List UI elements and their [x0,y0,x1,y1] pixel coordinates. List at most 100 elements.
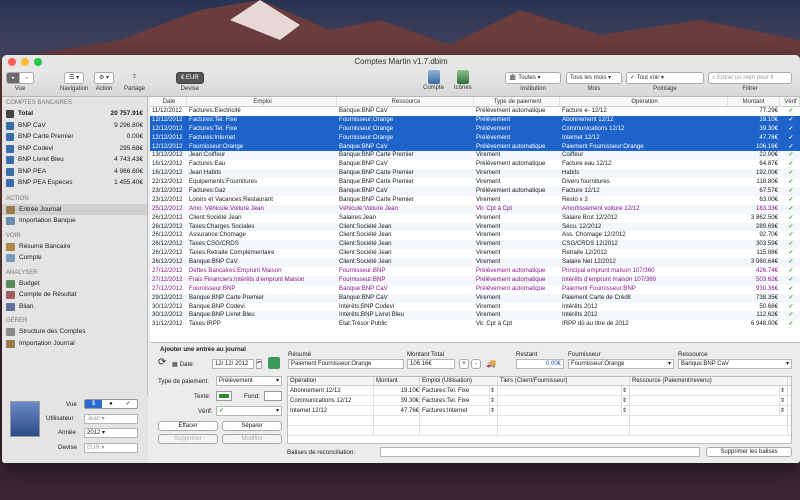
split-icon[interactable] [268,357,280,369]
sidebar-account-6[interactable]: BNP PEA Espèces 1 455.40€ [2,177,147,189]
grid-cell[interactable] [630,396,780,405]
vue-segmented-control[interactable]: ▪ ▫ [6,72,34,84]
table-row[interactable]: 27/12/2012 Fournisseur:BNP Banque:BNP CaV P… [150,285,800,294]
stepper-icon[interactable]: ⇕ [622,396,630,405]
column-header-3[interactable]: Type de paiement [474,97,560,106]
institution-select[interactable]: 🏛 Toutes ▾ [505,72,561,84]
grid-cell[interactable] [374,426,420,435]
sidebar-account-4[interactable]: BNP Livret Bleu 4 743.43€ [2,154,147,166]
table-row[interactable]: 26/12/2012 Taxes:CSG/CRDS Client:Société J… [150,240,800,250]
table-row[interactable]: 13/12/2012 Jean:Coiffeur Banque:BNP Carte … [150,151,800,161]
sidebar-account-0[interactable]: Total 20 757.91€ [2,108,147,120]
grid-row[interactable] [288,426,791,436]
grid-cell[interactable]: 19.10€ [374,386,420,395]
modifier-button[interactable]: Modifier [222,434,282,444]
refresh-icon[interactable]: ⟳ [158,357,166,368]
date-field[interactable]: 12/ 12/ 2012 [212,359,254,369]
table-row[interactable]: 25/12/2012 Amo. Véhicule:Voiture Jean Véhi… [150,204,800,214]
sidebar-account-3[interactable]: BNP Codevi 295.68€ [2,143,147,155]
table-row[interactable]: 30/12/2012 Banque:BNP Livret Bleu Intérêts… [150,311,800,321]
fond-color-well[interactable] [264,391,282,401]
grid-cell[interactable] [630,386,780,395]
table-row[interactable]: 26/12/2012 Banque:BNP CaV Client:Société J… [150,258,800,268]
grid-cell[interactable]: Internet 12/12 [288,406,374,415]
column-header-4[interactable]: Opération [560,97,728,106]
table-row[interactable]: 26/12/2012 Taxes:Charges Sociales Client:S… [150,222,800,232]
compte-icon[interactable] [427,70,440,84]
globe-icon[interactable]: ● [102,400,119,408]
mois-select[interactable]: Tous les mois ▾ [566,72,622,84]
grid-row[interactable] [288,416,791,426]
navigation-menu-button[interactable]: ☰ ▾ [64,72,85,84]
grid-cell[interactable] [498,426,630,435]
add-line-button[interactable]: + [459,359,469,369]
grid-cell[interactable] [420,416,498,425]
utilisateur-select[interactable]: Jean ▾ [84,414,138,424]
grid-cell[interactable]: 47.76€ [374,406,420,415]
stepper-icon[interactable]: ⇕ [490,386,498,395]
grid-cell[interactable]: Factures:Internet [420,406,490,415]
devise-select[interactable]: EUR ▾ [84,443,138,453]
filtrer-search-input[interactable]: ⌕ Entrer un nom pour fi [708,72,792,84]
grid-cell[interactable]: Factures:Tel. Fixe [420,386,490,395]
grid-cell[interactable] [630,416,788,425]
annee-select[interactable]: 2012 ▾ [84,428,138,438]
table-row[interactable]: 22/12/2012 Equipements:Fournitures Banque:… [150,178,800,187]
montant-total-field[interactable]: 106.16€ [407,359,455,369]
sidebar-item-bilan[interactable]: Bilan [2,301,147,313]
texte-color-well[interactable] [216,391,232,401]
vue-segmented-control[interactable]: $ ● ✓ [84,399,138,409]
balises-field[interactable] [380,447,700,457]
table-row[interactable]: 16/12/2012 Factures:Eau Banque:BNP CaV Prél… [150,160,800,169]
sidebar-item-resume-bancaire[interactable]: Résumé Bancaire [2,241,147,253]
action-menu-button[interactable]: ⚙ ▾ [94,72,115,84]
grid-cell[interactable] [630,406,780,415]
share-button[interactable]: ⇪ [128,72,141,84]
devise-button[interactable]: € EUR [176,72,204,84]
grid-cell[interactable]: Abonnement 12/12 [288,386,374,395]
zoom-window-button[interactable] [34,58,42,66]
grid-row[interactable]: Abonnement 12/12 19.10€ Factures:Tel. Fixe… [288,386,791,396]
ressource-select[interactable]: Banque:BNP CaV ▾ [678,359,792,369]
grid-row[interactable]: Communications 12/12 39.30€ Factures:Tel. … [288,396,791,406]
grid-cell[interactable] [374,416,420,425]
grid-row[interactable]: Internet 12/12 47.76€ Factures:Internet ⇕ ⇕ ⇕ [288,406,791,416]
column-header-0[interactable]: Date [150,97,187,106]
table-row[interactable]: 26/12/2012 Taxes:Retraite Complémentaire C… [150,249,800,258]
table-row[interactable]: 23/12/2012 Loisirs et Vacances:Restaurant… [150,196,800,205]
table-row[interactable]: 12/12/2012 Factures:Tel. Fixe Fournisseur:… [150,115,800,125]
icones-icon[interactable] [456,70,469,84]
sidebar-account-5[interactable]: BNP PEA 4 966.60€ [2,166,147,178]
table-row[interactable]: 27/12/2012 Dettes Bancaires:Emprunt Maiso… [150,267,800,276]
grid-cell[interactable] [498,396,622,405]
fournisseur-select[interactable]: Fournisseur:Orange ▾ [568,359,674,369]
grid-cell[interactable] [288,416,374,425]
check-icon[interactable]: ✓ [120,400,137,408]
resume-field[interactable]: Paiement Fournisseur:Orange [288,359,404,369]
grid-cell[interactable]: 39.30€ [374,396,420,405]
grid-cell[interactable] [420,426,498,435]
stepper-icon[interactable]: ⇕ [622,386,630,395]
table-row[interactable]: 11/12/2012 Factures:Electricité Banque:BNP… [150,107,800,116]
grid-cell[interactable]: Factures:Tel. Fixe [420,396,490,405]
stepper-icon[interactable]: ⇕ [490,396,498,405]
supprimer-balises-button[interactable]: Supprimer les balises [706,447,792,457]
stepper-icon[interactable]: ⇕ [490,406,498,415]
sidebar-item-budget[interactable]: Budget [2,278,147,290]
truck-icon[interactable]: 🚚 [486,359,498,369]
table-row[interactable]: 12/12/2012 Fournisseur:Orange Banque:BNP C… [150,142,800,152]
dollar-icon[interactable]: $ [85,400,103,408]
type-paiement-select[interactable]: Prélèvement ▾ [216,376,282,386]
grid-cell[interactable] [288,426,374,435]
column-header-5[interactable]: Montant [728,97,780,106]
close-window-button[interactable] [8,58,16,66]
column-header-6[interactable]: Vérif [780,97,800,106]
supprimer-button[interactable]: Supprimer [158,434,218,444]
sidebar-item-structure-des-comptes[interactable]: Structure des Comptes [2,326,147,338]
table-row[interactable]: 27/12/2012 Frais Financiers:Intérêts d'em… [150,275,800,285]
column-header-2[interactable]: Ressource [337,97,474,106]
grid-cell[interactable] [498,416,630,425]
stepper-icon[interactable]: ⇕ [780,396,788,405]
table-row[interactable]: 31/12/2012 Taxes:IRPP Etat:Trésor Public Vi… [150,320,800,329]
sidebar-view-icon[interactable]: ▪ [7,73,20,83]
